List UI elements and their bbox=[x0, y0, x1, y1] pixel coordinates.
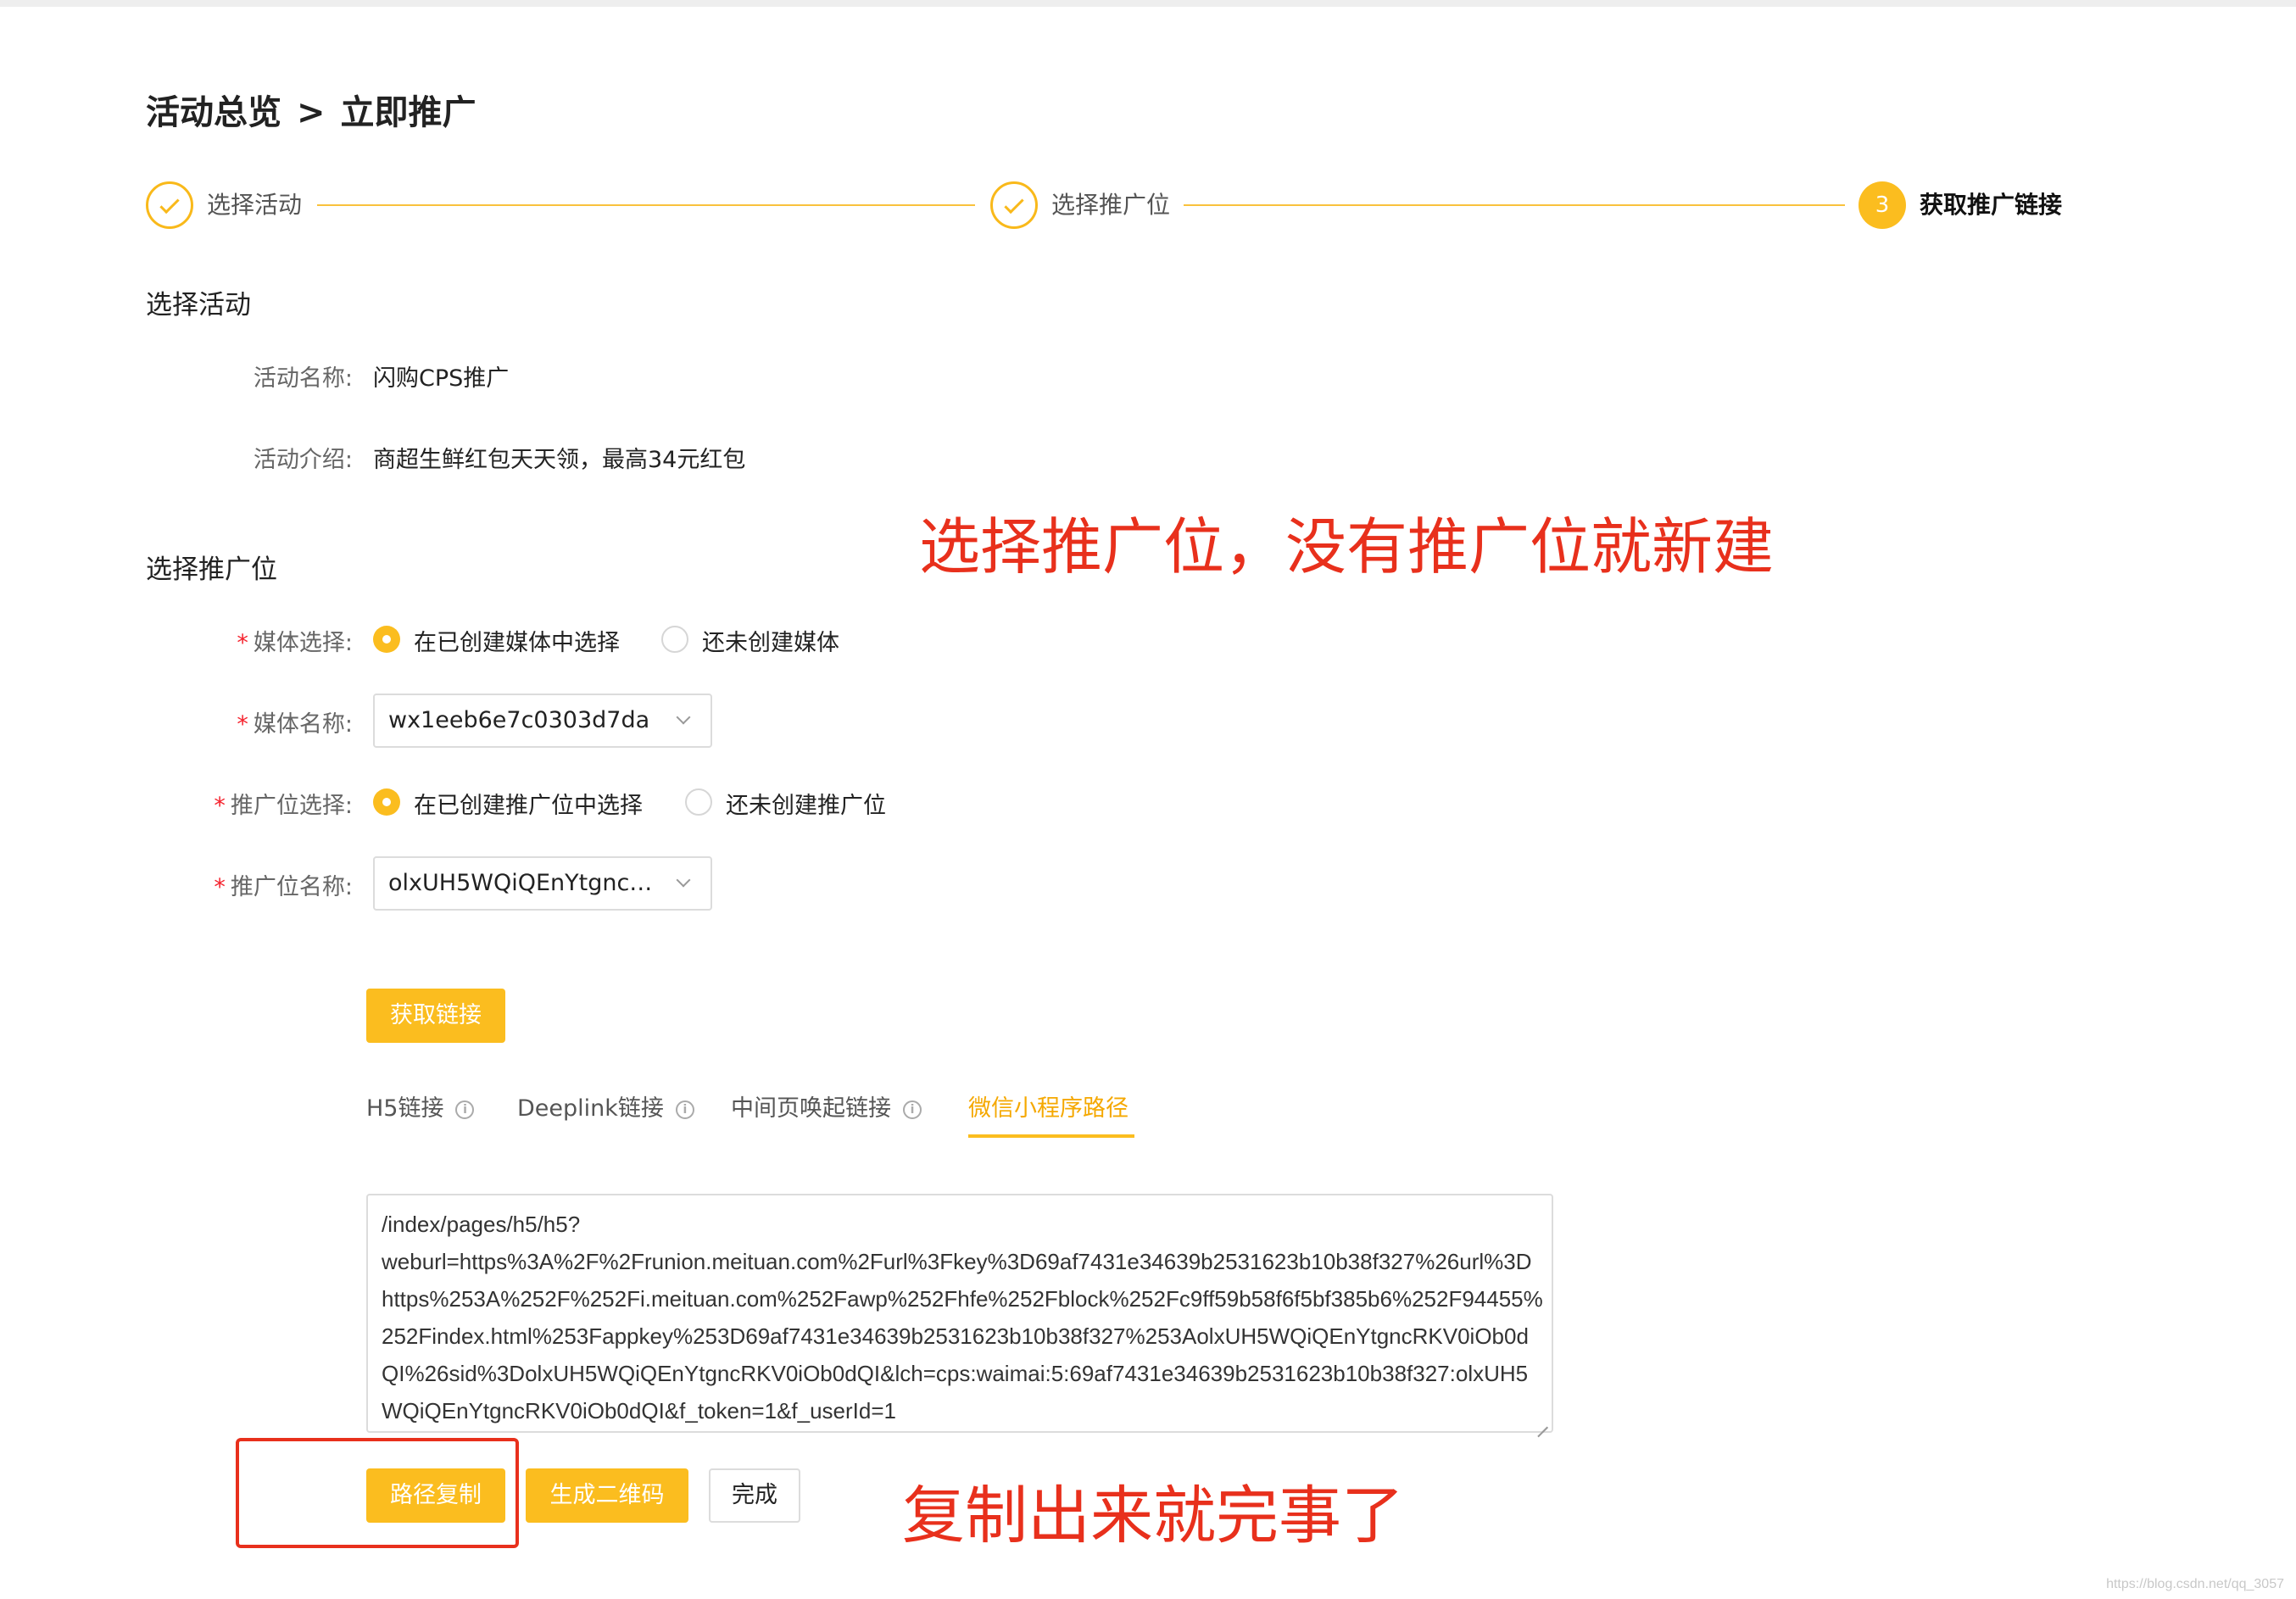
activity-intro-label: 活动介绍: bbox=[253, 447, 353, 473]
breadcrumb-parent[interactable]: 活动总览 bbox=[146, 93, 281, 132]
tab-h5-link[interactable]: H5链接 i bbox=[366, 1092, 475, 1126]
breadcrumb: 活动总览 > 立即推广 bbox=[146, 85, 476, 134]
slot-choice-new-radio[interactable] bbox=[685, 788, 712, 816]
path-text: /index/pages/h5/h5? weburl=https%3A%2F%2… bbox=[382, 1212, 1543, 1424]
step-3-label: 获取推广链接 bbox=[1920, 191, 2063, 219]
tab-wechat-miniprogram-path[interactable]: 微信小程序路径 bbox=[968, 1092, 1128, 1126]
slot-name-value: olxUH5WQiQEnYtgncR... bbox=[388, 870, 660, 896]
step-line-1 bbox=[317, 204, 975, 206]
step-2-label: 选择推广位 bbox=[1051, 191, 1171, 219]
resize-grip-icon[interactable] bbox=[1535, 1414, 1548, 1428]
info-icon[interactable]: i bbox=[675, 1100, 694, 1119]
tab-deeplink[interactable]: Deeplink链接 i bbox=[517, 1092, 694, 1126]
slot-name-label: * 推广位名称: bbox=[214, 874, 353, 900]
info-icon[interactable]: i bbox=[455, 1100, 475, 1119]
active-tab-underline bbox=[968, 1134, 1134, 1138]
slot-choice-label: * 推广位选择: bbox=[214, 793, 353, 819]
required-mark: * bbox=[237, 630, 248, 656]
slot-choice-existing-radio[interactable] bbox=[373, 788, 400, 816]
media-name-label: * 媒体名称: bbox=[237, 711, 353, 738]
tab-middle-page-link[interactable]: 中间页唤起链接 i bbox=[731, 1092, 922, 1126]
activity-section-title: 选择活动 bbox=[146, 290, 251, 320]
media-name-select[interactable]: wx1eeb6e7c0303d7da bbox=[373, 694, 712, 748]
media-choice-existing-label[interactable]: 在已创建媒体中选择 bbox=[414, 624, 620, 657]
media-choice-existing-radio[interactable] bbox=[373, 626, 400, 653]
step-3-number: 3 bbox=[1859, 181, 1906, 229]
watermark: https://blog.csdn.net/qq_3057 bbox=[2106, 1577, 2284, 1591]
done-button[interactable]: 完成 bbox=[709, 1468, 800, 1523]
annotation-bottom: 复制出来就完事了 bbox=[902, 1479, 1404, 1552]
generate-qr-button[interactable]: 生成二维码 bbox=[526, 1468, 688, 1523]
path-textarea[interactable]: /index/pages/h5/h5? weburl=https%3A%2F%2… bbox=[366, 1194, 1553, 1433]
breadcrumb-separator: > bbox=[297, 93, 326, 132]
slot-choice-existing-label[interactable]: 在已创建推广位中选择 bbox=[414, 787, 643, 820]
top-bar bbox=[0, 0, 2296, 7]
media-choice-new-label[interactable]: 还未创建媒体 bbox=[702, 624, 839, 657]
required-mark: * bbox=[214, 874, 226, 900]
required-mark: * bbox=[214, 793, 226, 819]
annotation-top: 选择推广位，没有推广位就新建 bbox=[919, 511, 1775, 582]
media-choice-label: * 媒体选择: bbox=[237, 630, 353, 656]
required-mark: * bbox=[237, 711, 248, 738]
chevron-down-icon bbox=[676, 710, 691, 725]
step-1-check-icon bbox=[146, 181, 193, 229]
chevron-down-icon bbox=[676, 872, 691, 888]
media-choice-new-radio[interactable] bbox=[661, 626, 688, 653]
media-name-value: wx1eeb6e7c0303d7da bbox=[388, 707, 650, 733]
activity-name-label: 活动名称: bbox=[253, 365, 353, 392]
step-line-2 bbox=[1184, 204, 1845, 206]
slot-name-select[interactable]: olxUH5WQiQEnYtgncR... bbox=[373, 856, 712, 911]
slot-choice-new-label[interactable]: 还未创建推广位 bbox=[726, 787, 886, 820]
copy-path-button[interactable]: 路径复制 bbox=[366, 1468, 505, 1523]
get-link-button[interactable]: 获取链接 bbox=[366, 989, 505, 1043]
promo-section-title: 选择推广位 bbox=[146, 554, 277, 585]
info-icon[interactable]: i bbox=[903, 1100, 922, 1119]
activity-name-value: 闪购CPS推广 bbox=[373, 365, 510, 392]
activity-intro-value: 商超生鲜红包天天领，最高34元红包 bbox=[373, 447, 746, 473]
breadcrumb-current: 立即推广 bbox=[340, 93, 476, 132]
step-1-label: 选择活动 bbox=[207, 191, 303, 219]
step-2-check-icon bbox=[990, 181, 1038, 229]
